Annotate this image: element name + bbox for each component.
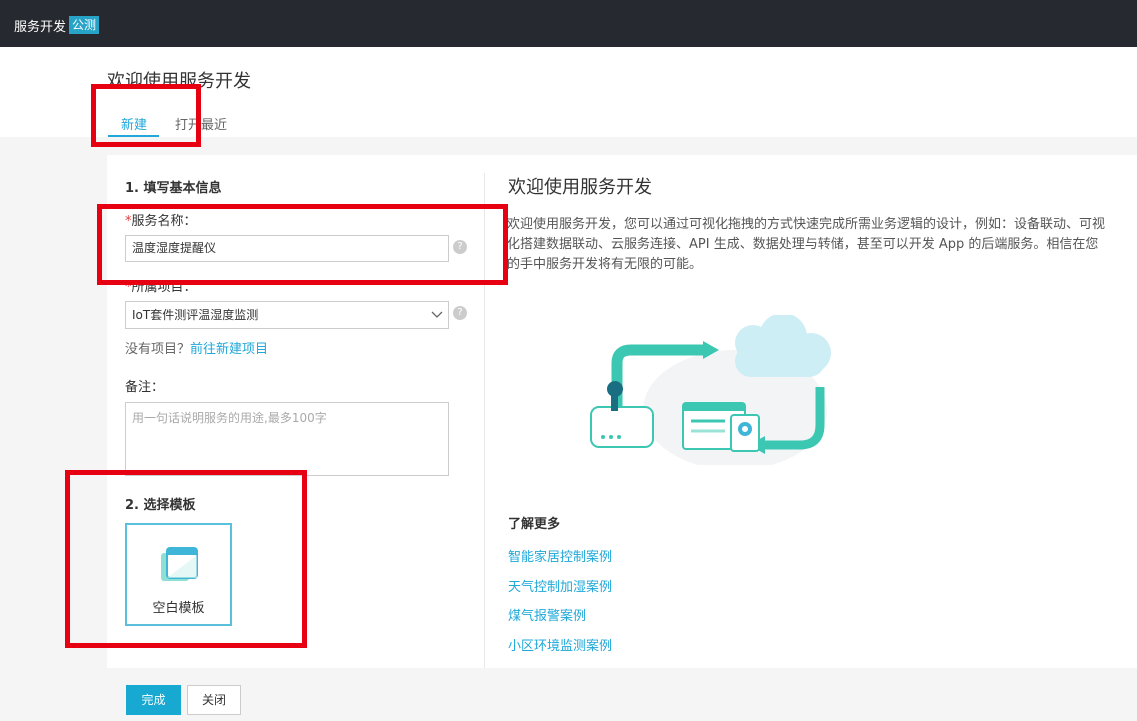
note-label: 备注： <box>125 380 165 395</box>
project-select-value: IoT套件测评温湿度监测 <box>132 308 259 322</box>
case-link-gas-alarm[interactable]: 煤气报警案例 <box>508 605 586 624</box>
case-link-weather-humidify[interactable]: 天气控制加湿案例 <box>508 576 612 595</box>
annotation-box-tab <box>91 84 201 147</box>
top-bar: 服务开发 公测 <box>0 0 1137 47</box>
help-icon[interactable]: ? <box>453 306 467 320</box>
new-project-link[interactable]: 前往新建项目 <box>190 342 268 357</box>
no-project-text: 没有项目？ <box>125 342 191 357</box>
note-textarea[interactable]: 用一句话说明服务的用途,最多100字 <box>125 402 449 476</box>
annotation-box-service-name <box>97 204 508 285</box>
step1-title: 1. 填写基本信息 <box>125 181 222 196</box>
project-select[interactable]: IoT套件测评温湿度监测 <box>125 301 449 329</box>
brand-title: 服务开发 <box>14 20 67 35</box>
annotation-box-template <box>65 470 307 648</box>
beta-badge: 公测 <box>69 16 100 34</box>
case-link-community-monitor[interactable]: 小区环境监测案例 <box>508 635 612 654</box>
close-button[interactable]: 关闭 <box>187 685 241 715</box>
intro-title: 欢迎使用服务开发 <box>508 177 652 198</box>
no-project-hint: 没有项目？前往新建项目 <box>125 338 268 357</box>
learn-more-title: 了解更多 <box>508 517 561 532</box>
done-button[interactable]: 完成 <box>126 685 181 715</box>
case-link-smart-home[interactable]: 智能家居控制案例 <box>508 546 612 565</box>
intro-description: 欢迎使用服务开发，您可以通过可视化拖拽的方式快速完成所需业务逻辑的设计，例如：设… <box>507 217 1106 272</box>
chevron-down-icon <box>431 311 443 318</box>
service-illustration <box>590 315 831 465</box>
